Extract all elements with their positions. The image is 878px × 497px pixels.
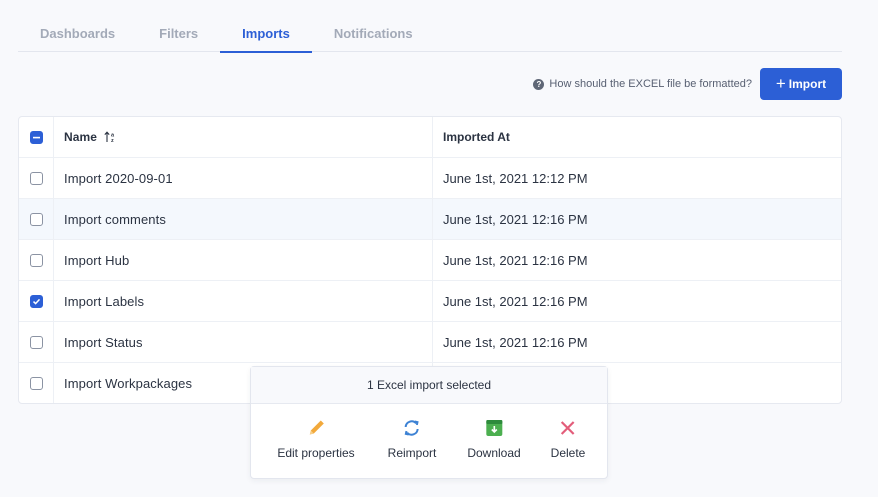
import-name: Import Status: [54, 322, 433, 362]
excel-format-help-link[interactable]: ? How should the EXCEL file be formatted…: [533, 78, 752, 90]
table-row[interactable]: Import Labels June 1st, 2021 12:16 PM: [19, 281, 841, 322]
imported-at: June 1st, 2021 12:16 PM: [443, 211, 588, 227]
table-row[interactable]: Import Status June 1st, 2021 12:16 PM: [19, 322, 841, 363]
select-all-checkbox[interactable]: [29, 130, 43, 144]
tab-imports[interactable]: Imports: [220, 16, 312, 53]
table-row[interactable]: Import 2020-09-01 June 1st, 2021 12:12 P…: [19, 158, 841, 199]
imported-at: June 1st, 2021 12:12 PM: [443, 170, 588, 186]
table-row[interactable]: Import Hub June 1st, 2021 12:16 PM: [19, 240, 841, 281]
row-checkbox[interactable]: [29, 377, 43, 390]
import-name: Import Hub: [54, 240, 433, 280]
imports-table: Name a z Imported At Import 2020-09-01 J…: [18, 116, 842, 404]
bulk-action-panel: 1 Excel import selected Edit properties …: [250, 366, 608, 479]
column-header-imported-at[interactable]: Imported At: [433, 117, 841, 157]
import-name: Import 2020-09-01: [54, 158, 433, 198]
close-icon: [561, 421, 575, 435]
imported-at: June 1st, 2021 12:16 PM: [443, 293, 588, 309]
imported-at: June 1st, 2021 12:16 PM: [443, 334, 588, 350]
download-button[interactable]: Download: [467, 418, 521, 460]
sort-az-icon[interactable]: a z: [104, 131, 118, 143]
pencil-icon: [309, 420, 324, 435]
question-circle-icon: ?: [533, 78, 545, 90]
import-name: Import comments: [54, 199, 433, 239]
tab-filters[interactable]: Filters: [137, 16, 220, 52]
column-header-name[interactable]: Name a z: [54, 117, 433, 157]
import-button[interactable]: + Import: [760, 68, 842, 100]
svg-text:z: z: [111, 138, 114, 143]
refresh-icon: [405, 420, 419, 436]
table-header: Name a z Imported At: [19, 117, 841, 158]
row-checkbox[interactable]: [29, 212, 43, 226]
tab-notifications[interactable]: Notifications: [312, 16, 435, 52]
bulk-selection-count: 1 Excel import selected: [251, 367, 607, 404]
tab-bar: Dashboards Filters Imports Notifications: [18, 16, 842, 53]
import-name: Import Labels: [54, 281, 433, 321]
excel-format-help-text: How should the EXCEL file be formatted?: [549, 78, 752, 90]
row-checkbox[interactable]: [29, 294, 43, 308]
row-checkbox[interactable]: [29, 171, 43, 185]
tab-dashboards[interactable]: Dashboards: [18, 16, 137, 52]
row-checkbox[interactable]: [29, 335, 43, 349]
row-checkbox[interactable]: [29, 253, 43, 267]
download-icon: [486, 420, 502, 436]
import-button-label: Import: [788, 77, 827, 91]
plus-icon: +: [775, 73, 786, 93]
delete-button[interactable]: Delete: [551, 418, 585, 460]
edit-properties-button[interactable]: Edit properties: [277, 418, 355, 460]
reimport-button[interactable]: Reimport: [388, 418, 436, 460]
table-row[interactable]: Import comments June 1st, 2021 12:16 PM: [19, 199, 841, 240]
imported-at: June 1st, 2021 12:16 PM: [443, 252, 588, 268]
